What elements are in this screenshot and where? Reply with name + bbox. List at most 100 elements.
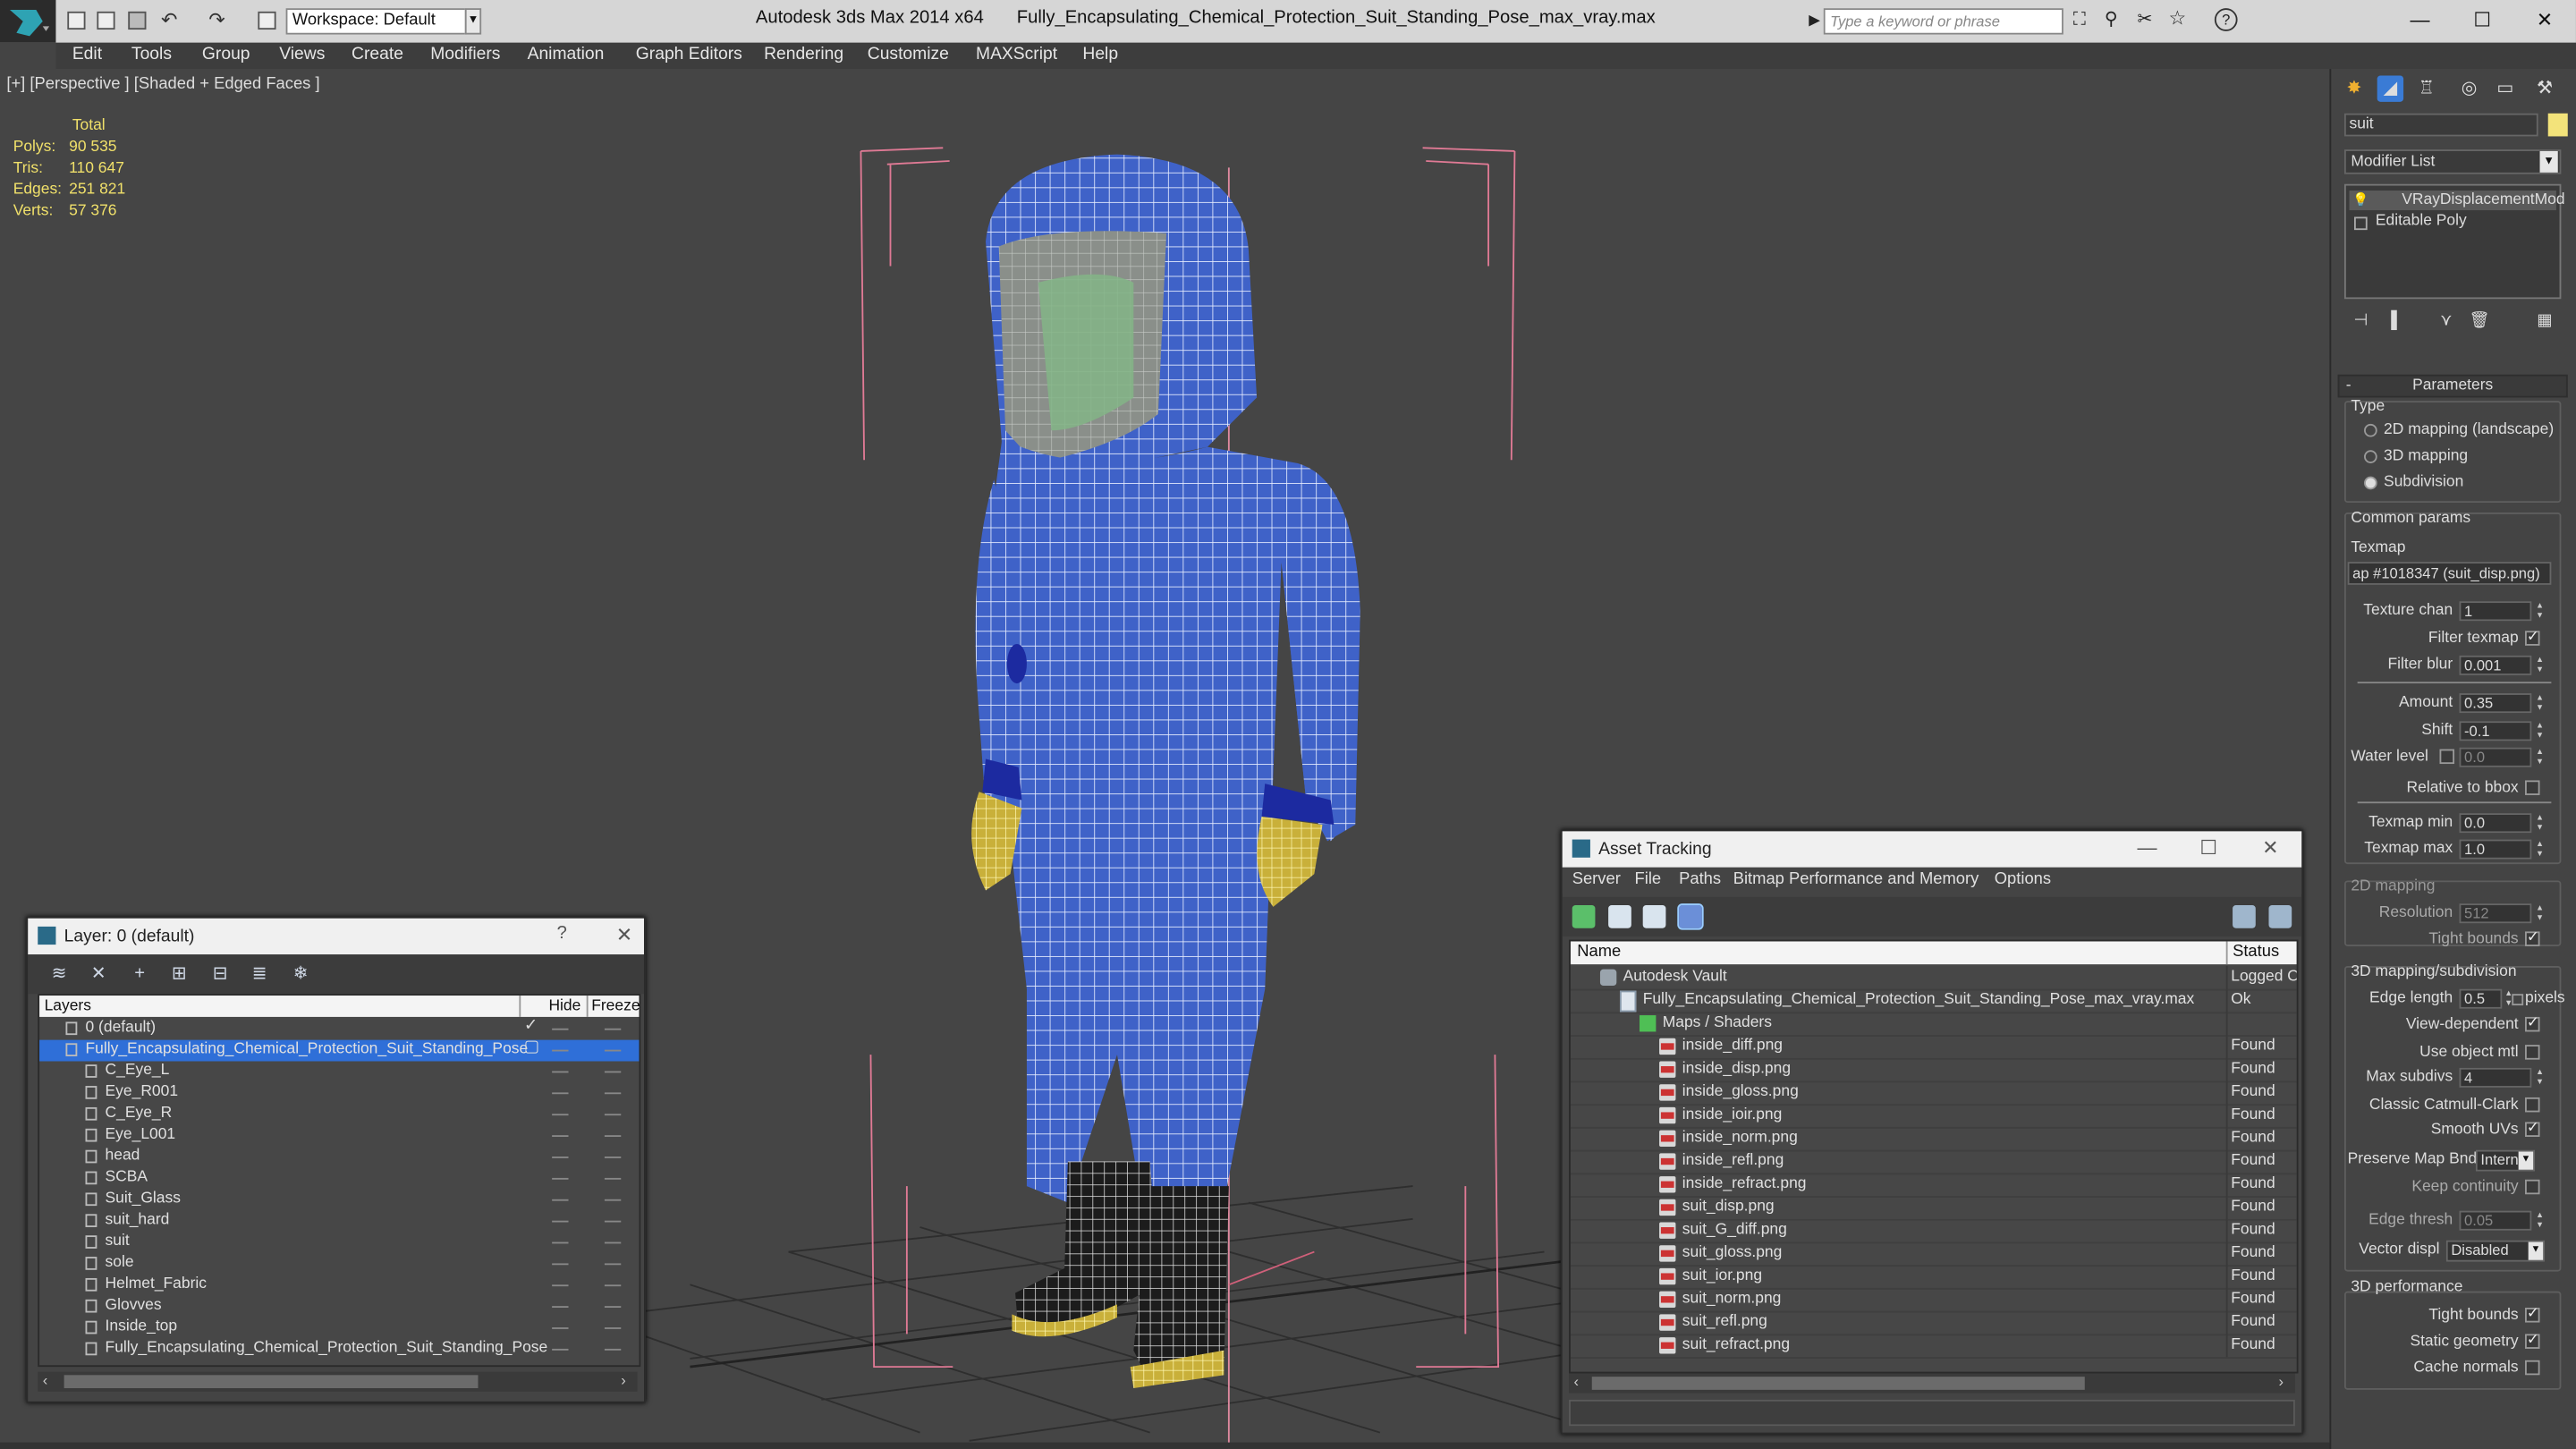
help-icon[interactable]: ? xyxy=(557,923,567,943)
spinner-arrows-icon[interactable]: ▲ ▼ xyxy=(2535,1211,2545,1231)
modify-tab-icon[interactable]: ◢ xyxy=(2377,75,2404,102)
layer-row[interactable]: Helmet_Fabric xyxy=(39,1275,639,1296)
shift-spinner[interactable]: -0.1 xyxy=(2459,721,2532,741)
menu-animation[interactable]: Animation xyxy=(528,45,605,64)
scrollbar-thumb[interactable] xyxy=(64,1375,479,1389)
hide-toggle[interactable] xyxy=(552,1306,569,1309)
scroll-left-icon[interactable]: ‹ xyxy=(1574,1373,1580,1389)
freeze-toggle[interactable] xyxy=(604,1306,622,1309)
freeze-toggle[interactable] xyxy=(604,1092,622,1095)
layer-row[interactable]: sole xyxy=(39,1253,639,1275)
layer-horizontal-scrollbar[interactable]: ‹ › xyxy=(38,1371,638,1392)
asset-row[interactable]: inside_diff.png Found xyxy=(1570,1035,2297,1060)
hide-toggle[interactable] xyxy=(552,1177,569,1180)
create-tab-icon[interactable]: ✸ xyxy=(2341,75,2367,101)
help-icon[interactable] xyxy=(2233,905,2256,928)
asset-menu-server[interactable]: Server xyxy=(1572,870,1621,888)
scrollbar-thumb[interactable] xyxy=(1591,1377,2085,1390)
utilities-tab-icon[interactable]: ⚒ xyxy=(2531,75,2557,101)
app-logo-icon[interactable] xyxy=(0,0,56,43)
menu-views[interactable]: Views xyxy=(279,45,325,64)
scroll-left-icon[interactable]: ‹ xyxy=(43,1372,48,1388)
freeze-toggle[interactable] xyxy=(604,1028,622,1030)
show-end-result-icon[interactable]: ▌ xyxy=(2387,312,2407,332)
freeze-toggle[interactable] xyxy=(604,1114,622,1116)
asset-row[interactable]: suit_ior.png Found xyxy=(1570,1265,2297,1290)
hierarchy-tab-icon[interactable]: ♖ xyxy=(2413,75,2439,101)
classic-catmull-checkbox[interactable] xyxy=(2525,1097,2540,1113)
hide-toggle[interactable] xyxy=(552,1348,569,1351)
layer-row[interactable]: Eye_L001 xyxy=(39,1125,639,1147)
menu-customize[interactable]: Customize xyxy=(868,45,949,64)
asset-row[interactable]: inside_ioir.png Found xyxy=(1570,1104,2297,1129)
layer-row[interactable]: head xyxy=(39,1147,639,1168)
pixels-checkbox[interactable] xyxy=(2512,994,2524,1006)
column-name[interactable]: Name xyxy=(1577,943,1621,961)
object-name-field[interactable]: suit xyxy=(2343,113,2538,137)
stack-item-vraydisplacementmod[interactable]: 💡 VRayDisplacementMod xyxy=(2349,191,2565,211)
asset-row[interactable]: inside_refl.png Found xyxy=(1570,1149,2297,1175)
menu-rendering[interactable]: Rendering xyxy=(764,45,843,64)
spinner-arrows-icon[interactable]: ▲ ▼ xyxy=(2535,748,2545,767)
hide-all-icon[interactable]: ≣ xyxy=(248,962,271,986)
menu-modifiers[interactable]: Modifiers xyxy=(430,45,500,64)
asset-path-field[interactable] xyxy=(1569,1399,2295,1427)
refresh-icon[interactable] xyxy=(1572,905,1596,928)
minimize-icon[interactable]: — xyxy=(2138,836,2157,860)
preserve-map-dropdown[interactable]: Intern ▼ xyxy=(2475,1149,2536,1172)
radio-subdivision[interactable] xyxy=(2364,476,2377,490)
column-freeze[interactable]: Freeze xyxy=(591,997,640,1015)
tight-bounds-checkbox[interactable] xyxy=(2525,1304,2540,1323)
scroll-right-icon[interactable]: › xyxy=(2279,1373,2284,1389)
layer-row[interactable]: SCBA xyxy=(39,1168,639,1190)
hide-toggle[interactable] xyxy=(552,1220,569,1223)
radio-2d-mapping[interactable] xyxy=(2364,423,2377,437)
radio-3d-mapping[interactable] xyxy=(2364,450,2377,463)
subscription-icon[interactable]: ✂ xyxy=(2138,8,2153,30)
freeze-toggle[interactable] xyxy=(604,1177,622,1180)
hide-toggle[interactable] xyxy=(552,1284,569,1287)
texmap-min-spinner[interactable]: 0.0 xyxy=(2459,813,2532,834)
max-subdivs-spinner[interactable]: 4 xyxy=(2459,1067,2532,1088)
filter-texmap-checkbox[interactable] xyxy=(2525,628,2540,646)
layer-row[interactable]: Fully_Encapsulating_Chemical_Protection_… xyxy=(39,1038,640,1062)
hide-toggle[interactable] xyxy=(552,1327,569,1329)
configure-sets-icon[interactable]: ▦ xyxy=(2535,312,2555,332)
layer-row[interactable]: Eye_R001 xyxy=(39,1082,639,1104)
freeze-toggle[interactable] xyxy=(604,1327,622,1329)
smooth-uvs-checkbox[interactable] xyxy=(2525,1119,2540,1137)
column-layers[interactable]: Layers xyxy=(45,997,91,1015)
key-icon[interactable]: ⚲ xyxy=(2105,8,2118,30)
cache-normals-checkbox[interactable] xyxy=(2525,1360,2540,1376)
stack-item-editable-poly[interactable]: Editable Poly xyxy=(2349,212,2555,232)
hide-toggle[interactable] xyxy=(552,1049,569,1052)
relative-bbox-checkbox[interactable] xyxy=(2525,780,2540,795)
edge-length-spinner[interactable]: 0.5 xyxy=(2459,988,2503,1009)
help-icon[interactable]: ? xyxy=(2214,8,2238,31)
spinner-arrows-icon[interactable]: ▲ ▼ xyxy=(2535,813,2545,833)
asset-menu-options[interactable]: Options xyxy=(1995,870,2051,888)
hide-toggle[interactable] xyxy=(552,1071,569,1073)
minimize-button[interactable]: — xyxy=(2395,5,2445,35)
freeze-toggle[interactable] xyxy=(604,1157,622,1158)
maximize-icon[interactable]: ☐ xyxy=(2199,836,2217,860)
display-tab-icon[interactable]: ▭ xyxy=(2492,75,2518,101)
active-layer-check-icon[interactable]: ✓ xyxy=(524,1017,538,1035)
layer-row[interactable]: 0 (default) ✓ xyxy=(39,1017,639,1040)
layer-row[interactable]: suit_hard xyxy=(39,1211,639,1233)
make-unique-icon[interactable]: ⋎ xyxy=(2436,312,2456,332)
expand-icon[interactable] xyxy=(2353,216,2368,231)
binoculars-icon[interactable]: ⛶ xyxy=(2073,10,2086,31)
freeze-toggle[interactable] xyxy=(604,1348,622,1351)
pin-stack-icon[interactable]: ⊣ xyxy=(2351,312,2370,332)
vector-displ-dropdown[interactable]: Disabled ▼ xyxy=(2445,1240,2546,1262)
freeze-toggle[interactable] xyxy=(604,1263,622,1266)
filter-blur-spinner[interactable]: 0.001 xyxy=(2459,655,2532,675)
layer-dialog-titlebar[interactable]: Layer: 0 (default) ? ✕ xyxy=(28,918,644,955)
close-icon[interactable]: ✕ xyxy=(2262,836,2278,860)
water-level-checkbox[interactable] xyxy=(2439,749,2455,765)
spinner-arrows-icon[interactable]: ▲ ▼ xyxy=(2535,656,2545,675)
object-color-swatch[interactable] xyxy=(2547,113,2568,137)
asset-dialog-titlebar[interactable]: Asset Tracking — ☐ ✕ xyxy=(1562,831,2302,868)
highlight-layer-icon[interactable]: ⊟ xyxy=(208,962,232,986)
